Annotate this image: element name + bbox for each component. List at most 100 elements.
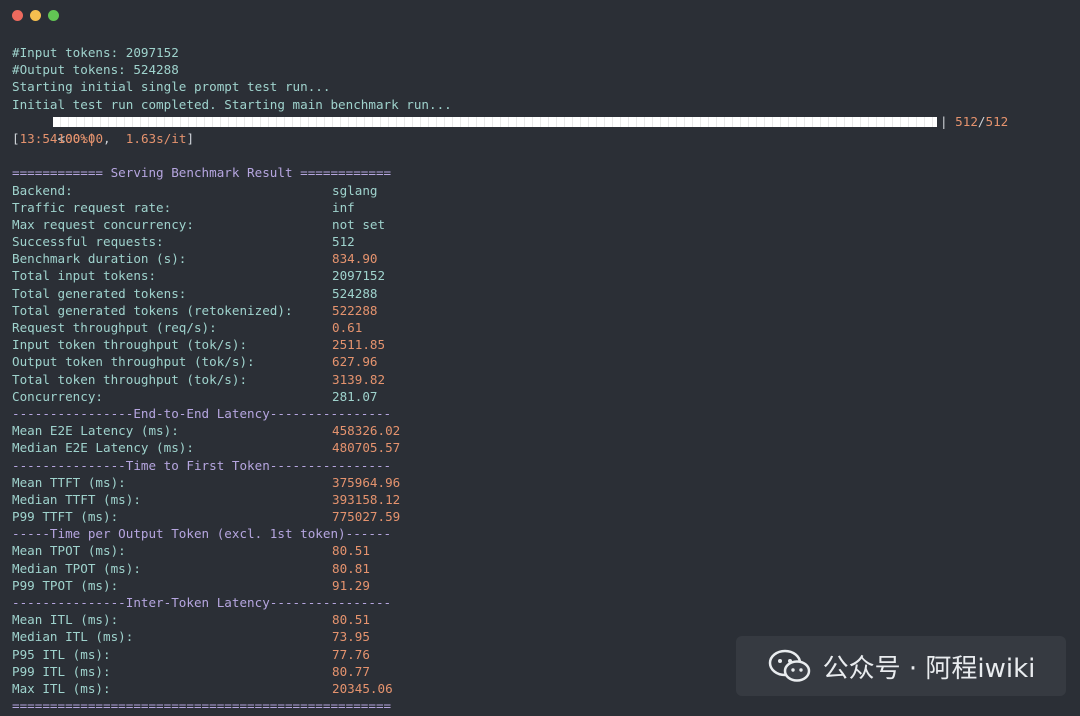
metric-value: 458326.02: [332, 423, 401, 439]
metric-value: 80.51: [332, 543, 370, 559]
metric-label: Max ITL (ms):: [12, 680, 111, 696]
metric-value: 80.81: [332, 560, 370, 576]
progress-percent: 100%|: [57, 130, 96, 146]
metric-label: Total generated tokens (retokenized):: [12, 302, 293, 318]
metric-label: Median TTFT (ms):: [12, 491, 141, 507]
metric-label: Input token throughput (tok/s):: [12, 337, 248, 353]
initial-completed-line: Initial test run completed. Starting mai…: [12, 96, 452, 112]
metric-value: 480705.57: [332, 440, 401, 456]
metric-label: P99 ITL (ms):: [12, 663, 111, 679]
metric-row: Backend: sglang: [12, 182, 1072, 199]
metric-value: 281.07: [332, 388, 378, 404]
metric-value: 77.76: [332, 646, 370, 662]
maximize-button[interactable]: [48, 10, 59, 21]
metric-row: Concurrency: 281.07: [12, 388, 1072, 405]
metric-value: 2097152: [332, 268, 386, 284]
title-bar: [0, 0, 1080, 32]
metric-value: not set: [332, 216, 386, 232]
metric-row: Mean TPOT (ms): 80.51: [12, 542, 1072, 559]
metric-label: Traffic request rate:: [12, 199, 172, 215]
metric-label: Mean ITL (ms):: [12, 612, 119, 628]
metric-row: Total token throughput (tok/s): 3139.82: [12, 371, 1072, 388]
metric-label: P99 TPOT (ms):: [12, 577, 119, 593]
metric-value: 834.90: [332, 251, 378, 267]
metric-row: Traffic request rate: inf: [12, 199, 1072, 216]
metric-value: 0.61: [332, 320, 363, 335]
close-button[interactable]: [12, 10, 23, 21]
rate-sep: ,: [103, 130, 126, 146]
progress-line: 100%| | 512/512: [12, 113, 1072, 146]
section-title: ---------------Time to First Token------…: [12, 457, 392, 473]
progress-slash: /: [977, 113, 986, 129]
time-close: ]: [186, 130, 195, 146]
metric-value: 80.77: [332, 663, 370, 679]
metric-label: Max request concurrency:: [12, 216, 194, 232]
terminal-output: #Input tokens: 2097152 #Output tokens: 5…: [12, 44, 1072, 714]
metric-label: Total input tokens:: [12, 268, 157, 284]
result-header: ============ Serving Benchmark Result ==…: [12, 165, 392, 181]
metric-label: Successful requests:: [12, 234, 164, 250]
metric-row: P99 TPOT (ms): 91.29: [12, 577, 1072, 594]
metric-row: Total generated tokens: 524288: [12, 285, 1072, 302]
metric-value: 3139.82: [332, 371, 386, 387]
watermark: 公众号 · 阿程iwiki: [736, 636, 1066, 696]
starting-initial-line: Starting initial single prompt test run.…: [12, 79, 331, 95]
progress-count: | 512/512: [940, 113, 1008, 130]
metric-value: 91.29: [332, 577, 370, 593]
progress-time-line: [13:54<00:00, 1.63s/it]: [12, 130, 1072, 147]
metric-row: Benchmark duration (s): 834.90: [12, 250, 1072, 267]
metric-label: Backend:: [12, 182, 73, 198]
metric-row: Output token throughput (tok/s): 627.96: [12, 353, 1072, 370]
metric-label: Median E2E Latency (ms):: [12, 440, 194, 456]
metric-row: Median TTFT (ms): 393158.12: [12, 491, 1072, 508]
metric-value: 2511.85: [332, 337, 386, 353]
metric-label: Total generated tokens:: [12, 285, 187, 301]
metric-row: Median TPOT (ms): 80.81: [12, 560, 1072, 577]
metric-value: 512: [332, 234, 355, 250]
minimize-button[interactable]: [30, 10, 41, 21]
section-title: -----Time per Output Token (excl. 1st to…: [12, 526, 392, 542]
metric-value: 775027.59: [332, 509, 401, 525]
metric-label: Benchmark duration (s):: [12, 251, 187, 267]
metric-row: Successful requests: 512: [12, 233, 1072, 250]
metric-label: Output token throughput (tok/s):: [12, 354, 255, 370]
wechat-icon: [768, 649, 810, 682]
progress-bar-fill: [53, 117, 937, 127]
metric-value: 393158.12: [332, 491, 401, 507]
metric-label: Total token throughput (tok/s):: [12, 371, 248, 387]
metric-label: Median ITL (ms):: [12, 629, 134, 645]
terminal-window: #Input tokens: 2097152 #Output tokens: 5…: [0, 0, 1080, 716]
input-tokens-line: #Input tokens: 2097152: [12, 45, 179, 60]
progress-bar: [53, 116, 937, 127]
metric-row: Input token throughput (tok/s): 2511.85: [12, 336, 1072, 353]
metric-value: 73.95: [332, 629, 370, 645]
metric-label: Request throughput (req/s):: [12, 320, 217, 335]
progress-done: 512: [955, 113, 978, 129]
metric-row: Max request concurrency: not set: [12, 216, 1072, 233]
metric-row: Request throughput (req/s): 0.61: [12, 319, 1072, 336]
section-title: ---------------Inter-Token Latency------…: [12, 595, 392, 610]
metric-value: 522288: [332, 302, 378, 318]
result-footer: ========================================…: [12, 698, 392, 714]
metric-value: sglang: [332, 182, 378, 198]
summary-rows: Backend: sglang Traffic request rate: inf Ma…: [12, 182, 1072, 405]
metric-label: Median TPOT (ms):: [12, 560, 141, 576]
metric-row: Total input tokens: 2097152: [12, 267, 1072, 284]
metric-row: Mean ITL (ms): 80.51: [12, 611, 1072, 628]
output-tokens-line: #Output tokens: 524288: [12, 62, 179, 78]
metric-label: P99 TTFT (ms):: [12, 509, 119, 525]
progress-count-sep: |: [940, 113, 956, 129]
watermark-text: 公众号 · 阿程iwiki: [822, 653, 1036, 684]
metric-value: 20345.06: [332, 680, 393, 696]
metric-value: 375964.96: [332, 474, 401, 490]
metric-row: Mean E2E Latency (ms): 458326.02: [12, 422, 1072, 439]
metric-label: Mean TTFT (ms):: [12, 474, 126, 490]
metric-value: inf: [332, 199, 355, 215]
section-title: ----------------End-to-End Latency------…: [12, 405, 392, 421]
metric-value: 80.51: [332, 612, 370, 628]
metric-row: P99 TTFT (ms): 775027.59: [12, 508, 1072, 525]
metric-row: Mean TTFT (ms): 375964.96: [12, 474, 1072, 491]
metric-row: Median E2E Latency (ms): 480705.57: [12, 439, 1072, 456]
metric-label: Concurrency:: [12, 388, 103, 404]
